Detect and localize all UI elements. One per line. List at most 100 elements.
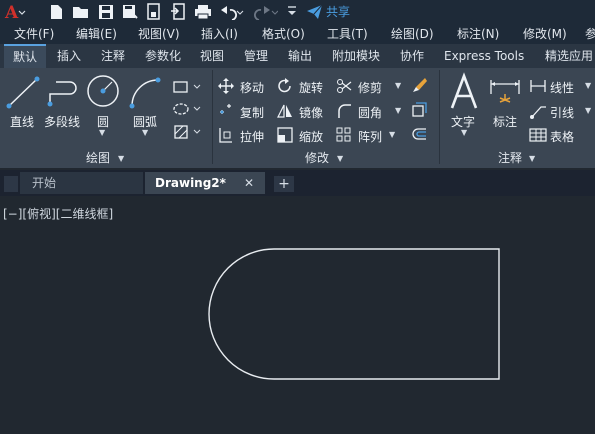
copy-label[interactable]: 复制 [240,104,264,121]
ribbon-tab-bar: 默认 插入 注释 参数化 视图 管理 输出 附加模块 协作 Express To… [0,44,595,68]
table-icon[interactable] [529,127,547,146]
leader-icon[interactable] [529,103,547,122]
annotation-panel-expand-icon[interactable]: ▼ [529,154,535,163]
tab-drawing-label: Drawing2* [155,176,226,190]
tab-start[interactable]: 开始 [20,172,143,194]
linear-dimension-icon[interactable] [529,78,547,97]
share-label: 共享 [326,5,351,19]
menu-file[interactable]: 文件(F) [14,24,54,44]
tab-output[interactable]: 输出 [288,44,312,68]
save-icon[interactable] [98,4,114,23]
explode-icon[interactable] [411,101,429,122]
array-icon[interactable] [336,127,352,146]
stretch-label[interactable]: 拉伸 [240,128,264,145]
open-web-icon[interactable] [146,3,162,24]
trim-label[interactable]: 修剪 [358,79,382,96]
tab-view[interactable]: 视图 [200,44,224,68]
ribbon: 直线 多段线 圆 ▼ 圆弧 ▼ 绘图 ▼ 移动 旋转 修剪 ▼ 复制 镜像 圆角… [0,68,595,168]
text-tool-icon[interactable] [448,72,480,115]
tab-insert[interactable]: 插入 [57,44,81,68]
menu-modify[interactable]: 修改(M) [523,24,567,44]
trim-icon[interactable] [336,78,352,97]
rectangle-tool-icon[interactable] [172,80,202,97]
ellipse-tool-icon[interactable] [172,102,202,119]
tab-default[interactable]: 默认 [4,44,47,68]
close-tab-icon[interactable]: ✕ [244,172,254,194]
linear-dropdown-icon[interactable]: ▼ [585,81,591,90]
erase-icon[interactable] [411,76,429,97]
circle-dropdown-icon[interactable]: ▼ [99,128,105,137]
arc-tool-icon[interactable] [128,76,162,113]
text-dropdown-icon[interactable]: ▼ [461,128,467,137]
line-tool-icon[interactable] [6,76,40,113]
modify-panel: 移动 旋转 修剪 ▼ 复制 镜像 圆角 ▼ 拉伸 缩放 阵列 ▼ 修改 ▼ [213,68,438,168]
hatch-tool-icon[interactable] [172,124,202,143]
arc-dropdown-icon[interactable]: ▼ [142,128,148,137]
scale-icon[interactable] [277,127,293,146]
rotate-label[interactable]: 旋转 [299,79,323,96]
menu-parametric[interactable]: 参 [585,24,595,44]
leader-dropdown-icon[interactable]: ▼ [585,106,591,115]
line-label[interactable]: 直线 [10,113,34,130]
table-label[interactable]: 表格 [550,128,574,145]
menu-view[interactable]: 视图(V) [138,24,180,44]
tab-addins[interactable]: 附加模块 [332,44,380,68]
trim-dropdown-icon[interactable]: ▼ [395,81,401,90]
draw-panel-expand-icon[interactable]: ▼ [118,154,124,163]
menu-toggle-icon[interactable] [4,176,18,192]
menu-format[interactable]: 格式(O) [262,24,305,44]
copy-icon[interactable] [218,103,234,122]
save-as-icon[interactable] [122,4,138,23]
circle-tool-icon[interactable] [86,74,120,111]
stretch-icon[interactable] [218,127,234,146]
offset-icon[interactable] [411,126,429,147]
leader-label[interactable]: 引线 [550,104,574,121]
array-label[interactable]: 阵列 [358,128,382,145]
move-icon[interactable] [218,78,234,97]
polyline-label[interactable]: 多段线 [44,113,80,130]
app-logo-icon[interactable]: A [4,2,26,23]
dimension-tool-icon[interactable] [488,76,522,113]
dimension-label[interactable]: 标注 [493,113,517,130]
move-label[interactable]: 移动 [240,79,264,96]
new-tab-button[interactable]: + [274,176,294,192]
tab-parametric[interactable]: 参数化 [145,44,181,68]
menu-insert[interactable]: 插入(I) [201,24,238,44]
tab-drawing[interactable]: Drawing2* ✕ [145,172,265,194]
tab-annotate[interactable]: 注释 [101,44,125,68]
fillet-dropdown-icon[interactable]: ▼ [395,106,401,115]
menu-draw[interactable]: 绘图(D) [391,24,434,44]
drawing-area[interactable] [0,196,595,434]
polyline-tool-icon[interactable] [46,78,82,111]
undo-icon[interactable] [218,4,244,23]
mirror-label[interactable]: 镜像 [299,104,323,121]
svg-text:A: A [4,3,19,22]
scale-label[interactable]: 缩放 [299,128,323,145]
menu-edit[interactable]: 编辑(E) [76,24,117,44]
linear-label[interactable]: 线性 [550,79,574,96]
drawn-shape[interactable] [208,248,500,380]
customize-quick-access-icon[interactable] [287,5,297,22]
annotation-panel-title[interactable]: 注释 [498,150,522,166]
print-icon[interactable] [194,4,212,23]
draw-panel-title[interactable]: 绘图 [86,150,110,166]
mirror-icon[interactable] [277,103,293,122]
menu-dimension[interactable]: 标注(N) [457,24,499,44]
fillet-icon[interactable] [336,103,352,122]
tab-featured-apps[interactable]: 精选应用 [545,44,593,68]
import-icon[interactable] [170,3,186,24]
new-file-icon[interactable] [48,4,64,23]
rotate-icon[interactable] [277,78,293,97]
tab-express-tools[interactable]: Express Tools [444,44,524,68]
title-bar: A 共享 [0,0,595,24]
array-dropdown-icon[interactable]: ▼ [389,130,395,139]
tab-collaborate[interactable]: 协作 [400,44,424,68]
tab-manage[interactable]: 管理 [244,44,268,68]
fillet-label[interactable]: 圆角 [358,104,382,121]
modify-panel-expand-icon[interactable]: ▼ [337,154,343,163]
menu-tools[interactable]: 工具(T) [327,24,368,44]
open-folder-icon[interactable] [72,4,90,23]
draw-panel: 直线 多段线 圆 ▼ 圆弧 ▼ 绘图 ▼ [0,68,212,168]
annotation-panel: 文字 ▼ 标注 线性 ▼ 引线 ▼ 表格 注释 ▼ [440,68,595,168]
modify-panel-title[interactable]: 修改 [305,150,329,166]
